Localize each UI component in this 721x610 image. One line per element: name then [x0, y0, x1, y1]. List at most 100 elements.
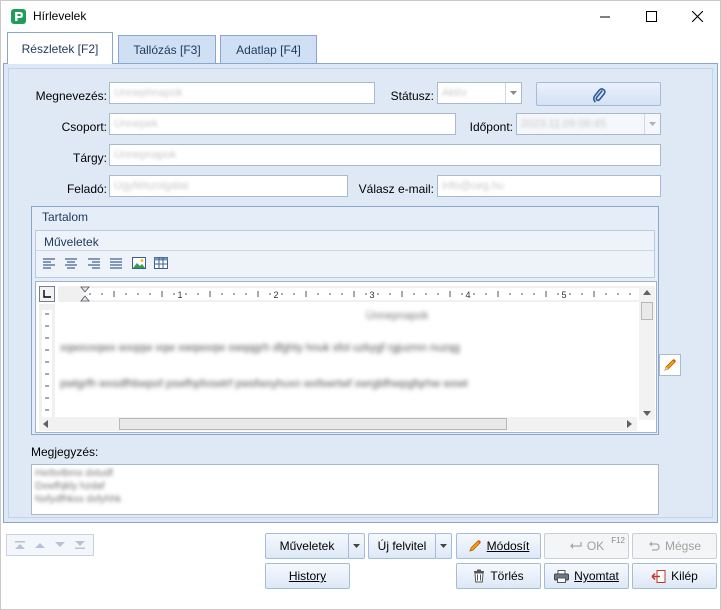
app-logo-icon: [11, 9, 26, 24]
chevron-left-icon[interactable]: [43, 420, 48, 428]
ruler-number: 2: [273, 290, 278, 300]
nyomtat-button[interactable]: Nyomtat: [544, 563, 629, 589]
editor-page[interactable]: Ünnepnapok xqwxvxqwx wxqqw xqw xwqwxqw x…: [58, 304, 642, 420]
align-left-icon[interactable]: [41, 256, 57, 270]
horizontal-ruler[interactable]: 1 2 3 4 5: [58, 286, 642, 302]
toolbar-divider: [36, 250, 654, 251]
tab-tallozas[interactable]: Tallózás [F3]: [118, 35, 216, 63]
uj-felvitel-label: Új felvitel: [377, 539, 427, 553]
pencil-icon: [469, 540, 481, 552]
idopont-label: Időpont:: [469, 120, 513, 134]
valasz-email-field[interactable]: info@ceg.hu: [437, 175, 661, 197]
align-right-icon[interactable]: [86, 256, 102, 270]
button-bar: Műveletek Új felvitel Módosít OK F12 Még…: [1, 527, 720, 609]
minimize-icon: [599, 16, 610, 18]
table-icon[interactable]: [153, 256, 169, 270]
modosit-label: Módosít: [486, 539, 530, 553]
chevron-down-icon: [440, 544, 447, 548]
image-icon[interactable]: [131, 256, 147, 270]
valasz-email-label: Válasz e-mail:: [358, 182, 434, 196]
uj-felvitel-dropdown[interactable]: [435, 533, 452, 559]
note-line: Dxwfhjkly hzdaf: [35, 481, 105, 492]
csoport-field[interactable]: Ünnepek: [109, 113, 456, 135]
minimize-button[interactable]: [582, 1, 628, 32]
paperclip-icon: [592, 87, 606, 102]
megnevezes-field[interactable]: Unnephnapok: [109, 82, 375, 104]
tartalom-title: Tartalom: [42, 210, 89, 224]
torles-button[interactable]: Törlés: [456, 563, 541, 589]
idopont-field[interactable]: 2023.11.09 06:45: [516, 113, 661, 135]
previous-record-icon[interactable]: [34, 541, 46, 549]
ruler-number: 4: [465, 290, 470, 300]
muveletek-button[interactable]: Műveletek: [265, 533, 349, 559]
kilep-label: Kilép: [671, 569, 698, 583]
exit-icon: [651, 569, 666, 583]
doc-heading: Ünnepnapok: [366, 310, 429, 322]
kilep-button[interactable]: Kilép: [632, 563, 717, 589]
tab-reszletek[interactable]: Részletek [F2]: [7, 32, 113, 64]
maximize-button[interactable]: [628, 1, 674, 32]
history-label: History: [288, 569, 327, 583]
note-line: Hxrbvtbmx dxtudf: [35, 468, 113, 479]
enter-arrow-icon: [569, 542, 582, 549]
nyomtat-label: Nyomtat: [574, 569, 619, 583]
ruler-number: 3: [369, 290, 374, 300]
targy-field[interactable]: Ünnepnapok: [109, 144, 661, 166]
tab-stop-selector[interactable]: [39, 286, 55, 302]
last-record-icon[interactable]: [74, 541, 86, 549]
chevron-down-icon: [353, 544, 360, 548]
tab-adatlap[interactable]: Adatlap [F4]: [220, 35, 317, 63]
ruler-number: 5: [561, 290, 566, 300]
megjegyzes-field[interactable]: Hxrbvtbmx dxtudf Dxwfhjkly hzdaf Nxfydfh…: [31, 464, 659, 515]
chevron-down-icon[interactable]: [644, 114, 660, 134]
close-icon: [691, 11, 703, 22]
statusz-select[interactable]: Aktív: [437, 82, 522, 104]
chevron-up-icon[interactable]: [643, 290, 651, 295]
scroll-thumb[interactable]: [641, 302, 653, 320]
trash-icon: [474, 569, 485, 583]
ok-label: OK: [586, 539, 605, 553]
tartalom-group: Tartalom Műveletek 1 2 3 4 5 Ünnepnapok …: [31, 206, 659, 435]
doc-paragraph: xqwxvxqwx wxqqw xqw xwqwxqw xwqqgrh dfgh…: [60, 342, 460, 354]
tab-strip: Részletek [F2] Tallózás [F3] Adatlap [F4…: [1, 32, 720, 64]
editor-horizontal-scrollbar[interactable]: [39, 417, 637, 431]
ruler-number: 1: [177, 290, 182, 300]
uj-felvitel-button[interactable]: Új felvitel: [368, 533, 436, 559]
next-record-icon[interactable]: [54, 541, 66, 549]
ok-shortcut: F12: [611, 536, 625, 545]
content-editor[interactable]: 1 2 3 4 5 Ünnepnapok xqwxvxqwx wxqqw xqw…: [35, 281, 657, 433]
align-justify-icon[interactable]: [108, 256, 124, 270]
megjegyzes-label: Megjegyzés:: [31, 445, 99, 459]
megnevezes-label: Megnevezés:: [35, 89, 107, 103]
edit-content-button[interactable]: [659, 354, 681, 376]
chevron-right-icon[interactable]: [627, 420, 632, 428]
chevron-down-icon[interactable]: [643, 411, 651, 416]
editor-vertical-scrollbar[interactable]: [639, 286, 655, 420]
scroll-thumb[interactable]: [119, 418, 507, 430]
undo-icon: [648, 541, 660, 551]
megse-label: Mégse: [664, 539, 702, 553]
attachment-button[interactable]: [536, 82, 661, 106]
record-navigator: [6, 534, 94, 556]
ok-button[interactable]: OK F12: [544, 533, 629, 559]
muveletek-dropdown[interactable]: [348, 533, 365, 559]
maximize-icon: [645, 11, 657, 22]
megse-button[interactable]: Mégse: [632, 533, 717, 559]
first-record-icon[interactable]: [14, 541, 26, 549]
chevron-down-icon[interactable]: [505, 83, 521, 103]
targy-label: Tárgy:: [72, 151, 107, 165]
window-title: Hírlevelek: [33, 9, 87, 23]
torles-label: Törlés: [490, 569, 524, 583]
history-button[interactable]: History: [265, 563, 350, 589]
statusz-label: Státusz:: [390, 89, 434, 103]
felado-field[interactable]: Ügyfélszolgálat: [109, 175, 348, 197]
doc-paragraph: pwtgrfh wxsdfhbwpof pswfhpfxswtrf pwsfwx…: [60, 378, 468, 390]
close-button[interactable]: [674, 1, 720, 32]
note-line: Nxfydfhkxx dxfyhhk: [35, 494, 122, 505]
muveletek-title: Műveletek: [44, 235, 99, 249]
printer-icon: [554, 569, 570, 583]
muveletek-toolbar: Műveletek: [35, 230, 655, 278]
app-window: Hírlevelek Részletek [F2] Tallózás [F3] …: [0, 0, 721, 610]
modosit-button[interactable]: Módosít: [456, 533, 541, 559]
align-center-icon[interactable]: [63, 256, 79, 270]
